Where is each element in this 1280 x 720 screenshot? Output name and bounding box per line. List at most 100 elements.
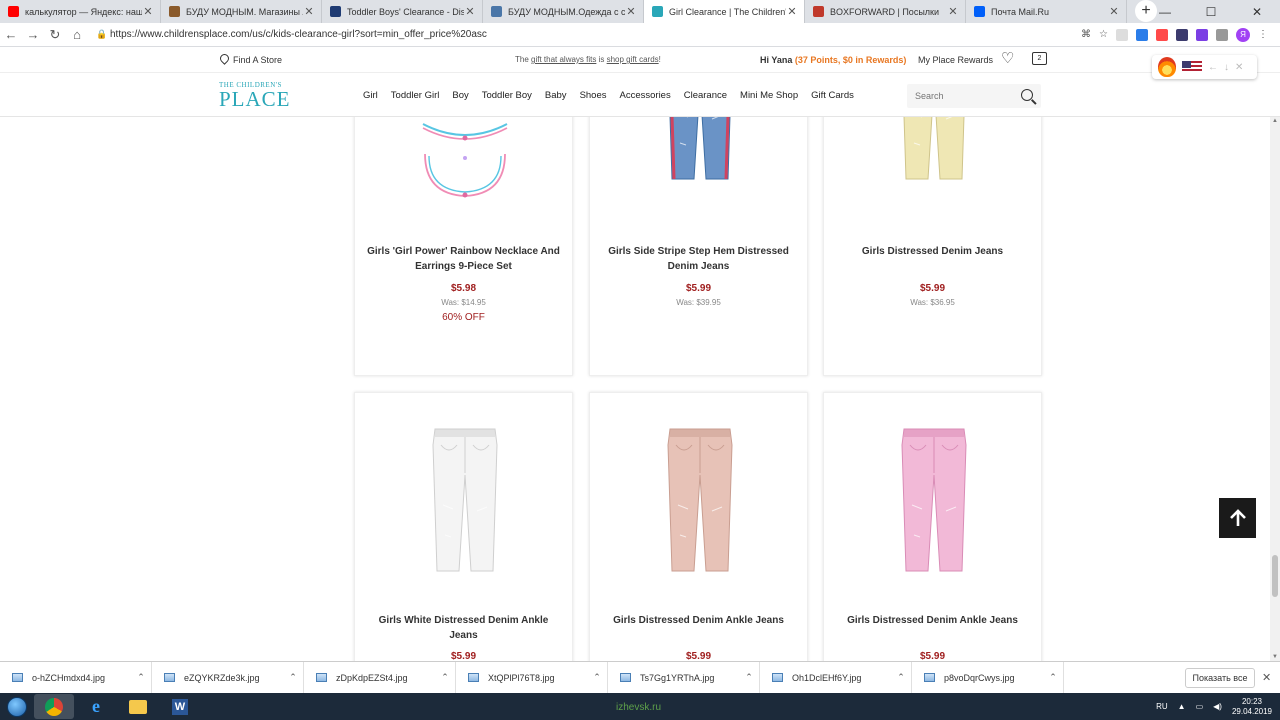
chevron-up-icon[interactable]: ⌃ (739, 672, 759, 683)
taskbar-word[interactable]: W (160, 694, 200, 719)
extension-icon[interactable] (1135, 28, 1148, 41)
browser-tab[interactable]: BOXFORWARD | Посылки ✕ (805, 0, 966, 23)
download-item[interactable]: o-hZCHmdxd4.jpg ⌃ (0, 661, 152, 694)
user-greeting[interactable]: Hi Yana (37 Points, $0 in Rewards) (760, 55, 906, 65)
close-window-button[interactable]: ✕ (1234, 0, 1280, 23)
search-input[interactable] (915, 91, 1015, 101)
product-image[interactable] (427, 425, 503, 580)
volume-icon[interactable]: ◀) (1213, 702, 1222, 711)
close-tab-icon[interactable]: ✕ (1108, 5, 1120, 18)
language-indicator[interactable]: RU (1156, 702, 1168, 711)
maximize-button[interactable]: ☐ (1188, 0, 1234, 23)
arrow-down-icon[interactable]: ↓ (1224, 62, 1229, 73)
us-flag-icon[interactable] (1182, 61, 1202, 73)
product-card[interactable]: Girls Distressed Denim Ankle Jeans $5.99 (823, 392, 1042, 661)
back-icon[interactable]: ← (0, 27, 22, 42)
product-name[interactable]: Girls White Distressed Denim Ankle Jeans (365, 613, 562, 643)
network-icon[interactable]: ▭ (1196, 702, 1204, 711)
menu-icon[interactable]: ⋮ (1258, 29, 1268, 40)
extension-icon[interactable] (1195, 28, 1208, 41)
close-icon[interactable]: ✕ (1262, 671, 1271, 684)
scroll-up-icon[interactable]: ▲ (1270, 118, 1280, 124)
nav-link[interactable]: Baby (545, 90, 567, 101)
show-all-downloads-button[interactable]: Показать все (1185, 668, 1255, 688)
clock[interactable]: 20:23 29.04.2019 (1232, 697, 1272, 717)
product-card[interactable]: Girls White Distressed Denim Ankle Jeans… (354, 392, 573, 661)
promo-link[interactable]: gift that always fits (531, 55, 596, 64)
chevron-up-icon[interactable]: ⌃ (587, 672, 607, 683)
download-item[interactable]: Ts7Gg1YRThA.jpg ⌃ (608, 661, 760, 694)
nav-link[interactable]: Toddler Girl (391, 90, 440, 101)
scroll-down-icon[interactable]: ▼ (1270, 654, 1280, 660)
nav-link[interactable]: Mini Me Shop (740, 90, 798, 101)
arrow-left-icon[interactable]: ← (1208, 62, 1218, 73)
product-card[interactable]: Girls Distressed Denim Ankle Jeans $5.99 (589, 392, 808, 661)
find-store-link[interactable]: Find A Store (219, 54, 282, 65)
heart-icon[interactable]: ♡ (1001, 51, 1014, 66)
reload-icon[interactable]: ↻ (44, 27, 66, 43)
gift-cards-link[interactable]: shop gift cards (607, 55, 659, 64)
forward-icon[interactable]: → (22, 27, 44, 42)
chevron-up-icon[interactable]: ⌃ (891, 672, 911, 683)
home-icon[interactable]: ⌂ (66, 27, 88, 42)
browser-tab[interactable]: БУДУ МОДНЫМ. Магазины Аме✕ (161, 0, 322, 23)
nav-link[interactable]: Gift Cards (811, 90, 854, 101)
product-name[interactable]: Girls Side Stripe Step Hem Distressed De… (600, 244, 797, 274)
url-input[interactable]: 🔒 https://www.childrensplace.com/us/c/ki… (96, 25, 1071, 45)
product-name[interactable]: Girls Distressed Denim Jeans (834, 244, 1031, 259)
close-icon[interactable]: ✕ (1235, 62, 1243, 73)
product-image[interactable] (662, 117, 738, 188)
browser-tab[interactable]: Почта Mail.Ru ✕ (966, 0, 1127, 23)
taskbar-ie[interactable]: e (76, 694, 116, 719)
close-tab-icon[interactable]: ✕ (303, 5, 315, 18)
my-place-rewards-link[interactable]: My Place Rewards (918, 55, 993, 65)
taskbar-chrome[interactable] (34, 694, 74, 719)
chevron-up-icon[interactable]: ⌃ (1043, 672, 1063, 683)
download-item[interactable]: eZQYKRZde3k.jpg ⌃ (152, 661, 304, 694)
extension-icon[interactable] (1115, 28, 1128, 41)
browser-tab[interactable]: Girl Clearance | The Children's Pl✕ (644, 0, 805, 23)
site-logo[interactable]: THE CHILDREN'S PLACE (219, 82, 291, 110)
product-image[interactable] (896, 117, 972, 188)
close-tab-icon[interactable]: ✕ (947, 5, 959, 18)
close-tab-icon[interactable]: ✕ (625, 5, 637, 18)
close-tab-icon[interactable]: ✕ (464, 5, 476, 18)
product-image[interactable] (662, 425, 738, 580)
flame-icon[interactable] (1158, 57, 1176, 77)
product-image[interactable] (896, 425, 972, 580)
nav-link[interactable]: Accessories (620, 90, 671, 101)
minimize-button[interactable]: — (1142, 0, 1188, 23)
browser-tab[interactable]: БУДУ МОДНЫМ.Одежда с сайто✕ (483, 0, 644, 23)
back-to-top-button[interactable] (1219, 498, 1256, 538)
download-item[interactable]: zDpKdpEZSt4.jpg ⌃ (304, 661, 456, 694)
chevron-up-icon[interactable]: ⌃ (283, 672, 303, 683)
scrollbar-thumb[interactable] (1272, 555, 1278, 597)
product-name[interactable]: Girls Distressed Denim Ankle Jeans (600, 613, 797, 628)
nav-link[interactable]: Girl (363, 90, 378, 101)
close-tab-icon[interactable]: ✕ (786, 5, 798, 18)
star-icon[interactable]: ☆ (1099, 29, 1108, 40)
page-scrollbar[interactable]: ▲ ▼ (1270, 117, 1280, 661)
taskbar-explorer[interactable] (118, 694, 158, 719)
flag-extension-icon[interactable] (1175, 28, 1188, 41)
browser-tab[interactable]: Toddler Boys' Clearance - Discou✕ (322, 0, 483, 23)
product-name[interactable]: Girls 'Girl Power' Rainbow Necklace And … (365, 244, 562, 274)
chevron-up-icon[interactable]: ⌃ (131, 672, 151, 683)
tray-arrow-icon[interactable]: ▲ (1178, 702, 1186, 711)
close-tab-icon[interactable]: ✕ (142, 5, 154, 18)
browser-tab[interactable]: калькулятор — Яндекс: нашлос✕ (0, 0, 161, 23)
product-image[interactable] (415, 118, 515, 213)
search-icon[interactable] (1021, 89, 1033, 101)
profile-avatar[interactable]: Я (1235, 27, 1250, 42)
download-item[interactable]: Oh1DclEHf6Y.jpg ⌃ (760, 661, 912, 694)
search-box[interactable] (907, 84, 1041, 108)
product-card[interactable]: Girls Side Stripe Step Hem Distressed De… (589, 117, 808, 376)
translate-icon[interactable]: ⌘ (1081, 29, 1091, 40)
product-card[interactable]: Girls 'Girl Power' Rainbow Necklace And … (354, 117, 573, 376)
nav-link[interactable]: Shoes (580, 90, 607, 101)
nav-link[interactable]: Clearance (684, 90, 727, 101)
product-card[interactable]: Girls Distressed Denim Jeans $5.99 Was: $3… (823, 117, 1042, 376)
nav-link[interactable]: Toddler Boy (482, 90, 532, 101)
extension-icon[interactable] (1215, 28, 1228, 41)
nav-link[interactable]: Boy (452, 90, 468, 101)
